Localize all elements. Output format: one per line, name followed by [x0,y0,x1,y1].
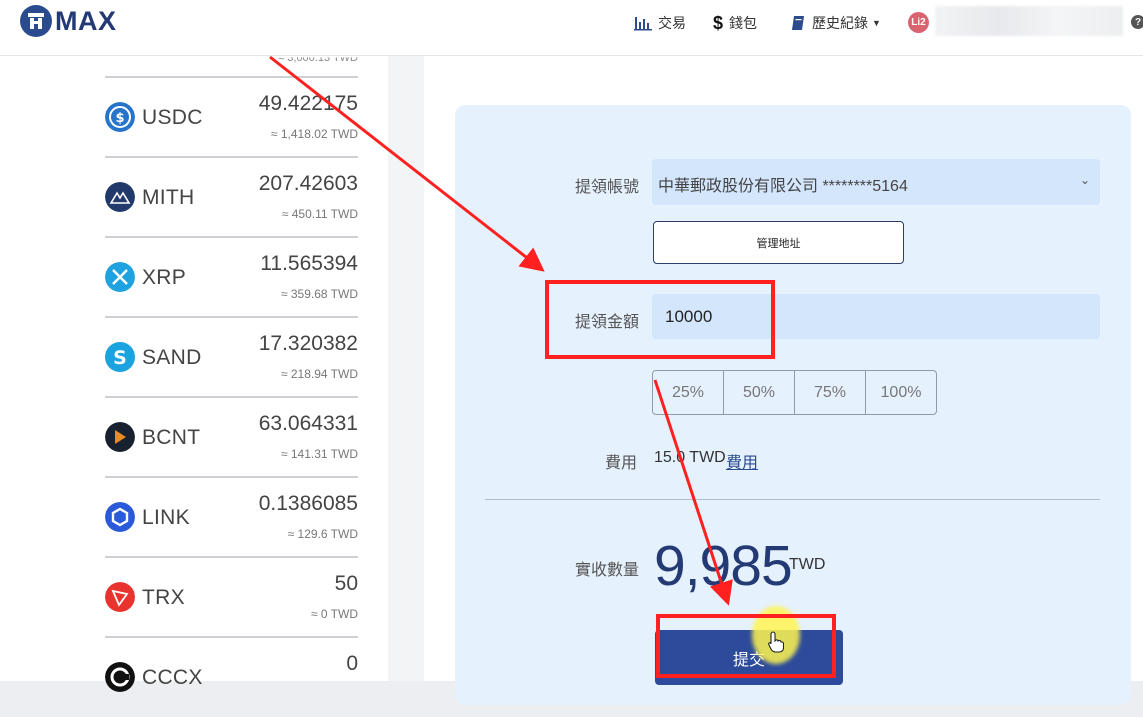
asset-amount: 11.565394 [260,252,358,275]
asset-twd-value: ≈ 129.6 TWD [287,527,358,541]
fee-info-link[interactable]: 費用 [726,449,758,473]
asset-twd-value: ≈ 141.31 TWD [280,447,358,461]
annotation-submit-highlight [656,614,836,678]
asset-row-usdc[interactable]: $ USDC 49.422175 ≈ 1,418.02 TWD [105,76,358,157]
previous-asset-row: ≈ 3,000.13 TWD [105,56,358,76]
chevron-down-icon: ▼ [872,18,881,28]
asset-row-sand[interactable]: S SAND 17.320382 ≈ 218.94 TWD [105,316,358,397]
percent-25-button[interactable]: 25% [653,371,723,414]
xrp-icon [105,262,135,292]
account-select-value: 中華郵政股份有限公司 ********5164 [658,178,908,195]
nav-history-label: 歷史紀錄 [812,15,868,31]
mith-icon [105,182,135,212]
chevron-down-icon: ⌄ [1079,173,1090,187]
percent-50-button[interactable]: 50% [723,371,794,414]
form-divider [485,499,1100,500]
asset-twd-value: ≈ 359.68 TWD [280,287,358,301]
brand-name: MAX [55,5,117,36]
nav-wallet-label: 錢包 [729,15,758,31]
asset-twd-value: ≈ 450.11 TWD [281,207,358,221]
percent-100-button[interactable]: 100% [865,371,936,414]
nav-wallet[interactable]: $ 錢包 [713,12,757,34]
receive-amount: 9,985 [654,534,793,598]
avatar[interactable]: Li2 [908,12,929,33]
asset-symbol: BCNT [142,426,201,449]
fee-value: 15.0 TWD [654,449,726,466]
manage-address-button[interactable]: 管理地址 [653,221,904,264]
nav-history[interactable]: 歷史紀錄 ▼ [791,12,881,34]
asset-symbol: TRX [142,586,185,609]
asset-symbol: USDC [142,106,203,129]
asset-row-trx[interactable]: TRX 50 ≈ 0 TWD [105,556,358,637]
dollar-icon: $ [713,12,724,33]
asset-row-xrp[interactable]: XRP 11.565394 ≈ 359.68 TWD [105,236,358,317]
asset-row-bcnt[interactable]: BCNT 63.064331 ≈ 141.31 TWD [105,396,358,477]
percent-75-button[interactable]: 75% [794,371,865,414]
fee-label: 費用 [605,455,638,472]
asset-symbol: MITH [142,186,195,209]
asset-row-cccx[interactable]: CCCX 0 [105,636,358,717]
panel-gap [388,56,424,681]
asset-symbol: CCCX [142,666,203,689]
asset-symbol: SAND [142,346,202,369]
asset-amount: 0.1386085 [258,492,358,515]
asset-amount: 50 [334,572,358,595]
help-icon[interactable]: ? [1131,15,1143,29]
asset-twd-value: ≈ 1,418.02 TWD [270,127,358,141]
annotation-amount-highlight [545,280,775,359]
usdc-icon: $ [105,102,135,132]
asset-amount: 17.320382 [258,332,358,355]
link-icon [105,502,135,532]
bcnt-icon [105,422,135,452]
account-label: 提領帳號 [575,179,640,196]
bar-chart-icon [634,15,652,31]
trx-icon [105,582,135,612]
asset-row-link[interactable]: LINK 0.1386085 ≈ 129.6 TWD [105,476,358,557]
max-logo-icon [20,5,52,37]
account-select[interactable]: 中華郵政股份有限公司 ********5164 ⌄ [652,159,1100,205]
max-logo[interactable]: MAX [20,4,117,38]
svg-text:S: S [113,347,127,369]
receive-unit: TWD [789,556,826,573]
asset-amount: 207.42603 [258,172,358,195]
asset-amount: 49.422175 [258,92,358,115]
asset-row-mith[interactable]: MITH 207.42603 ≈ 450.11 TWD [105,156,358,237]
asset-symbol: XRP [142,266,187,289]
asset-twd-value: ≈ 0 TWD [310,607,358,621]
receive-label: 實收數量 [575,562,640,579]
redacted-username[interactable] [935,6,1123,36]
percent-button-group: 25% 50% 75% 100% [652,370,937,415]
nav-trade-label: 交易 [658,15,686,31]
top-navigation-bar: MAX 交易 $ 錢包 歷史紀錄 ▼ Li2 ? [0,0,1143,56]
svg-text:$: $ [115,111,124,126]
nav-trade[interactable]: 交易 [634,12,686,34]
asset-amount: 63.064331 [258,412,358,435]
asset-twd-value: ≈ 218.94 TWD [280,367,358,381]
book-icon [791,15,806,31]
sand-icon: S [105,342,135,372]
cccx-icon [105,662,135,692]
asset-amount: 0 [346,652,358,675]
asset-symbol: LINK [142,506,190,529]
